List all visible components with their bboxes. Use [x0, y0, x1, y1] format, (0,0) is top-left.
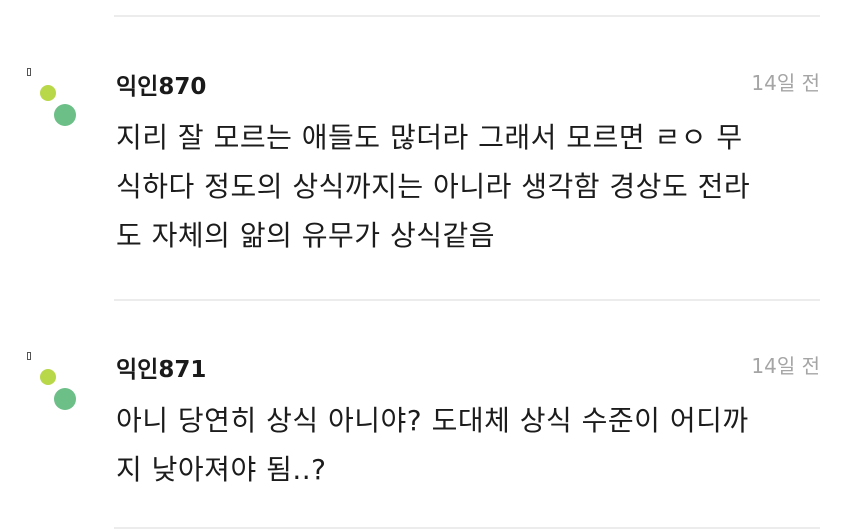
- tick-mark: [27, 68, 31, 76]
- comment-line: 식하다 정도의 상식까지는 아니라 생각함 경상도 전라: [116, 170, 751, 203]
- divider-middle: [114, 299, 820, 301]
- comment-line: 지 낮아져야 됨..?: [116, 453, 327, 486]
- divider-top: [114, 15, 820, 17]
- comment-line: 도 자체의 앎의 유무가 상식같음: [116, 219, 495, 252]
- avatar-dot-light: [40, 85, 56, 101]
- comment-body: 지리 잘 모르는 애들도 많더라 그래서 모르면 ㄹㅇ 무 식하다 정도의 상식…: [116, 113, 824, 260]
- anonymous-dots-icon: [24, 352, 84, 422]
- comment-time: 14일 전: [751, 71, 820, 95]
- comment-author[interactable]: 익인870: [116, 67, 206, 101]
- avatar-dot-dark: [54, 388, 76, 410]
- comment-line: 아니 당연히 상식 아니야? 도대체 상식 수준이 어디까: [116, 404, 749, 437]
- anonymous-dots-icon: [24, 68, 84, 138]
- comment-author[interactable]: 익인871: [116, 350, 206, 384]
- comment-line: 지리 잘 모르는 애들도 많더라 그래서 모르면 ㄹㅇ 무: [116, 121, 743, 154]
- comment-time: 14일 전: [751, 354, 820, 378]
- tick-mark: [27, 352, 31, 360]
- avatar-dot-dark: [54, 104, 76, 126]
- divider-bottom: [114, 527, 820, 529]
- comment-body: 아니 당연히 상식 아니야? 도대체 상식 수준이 어디까 지 낮아져야 됨..…: [116, 396, 824, 494]
- avatar-dot-light: [40, 369, 56, 385]
